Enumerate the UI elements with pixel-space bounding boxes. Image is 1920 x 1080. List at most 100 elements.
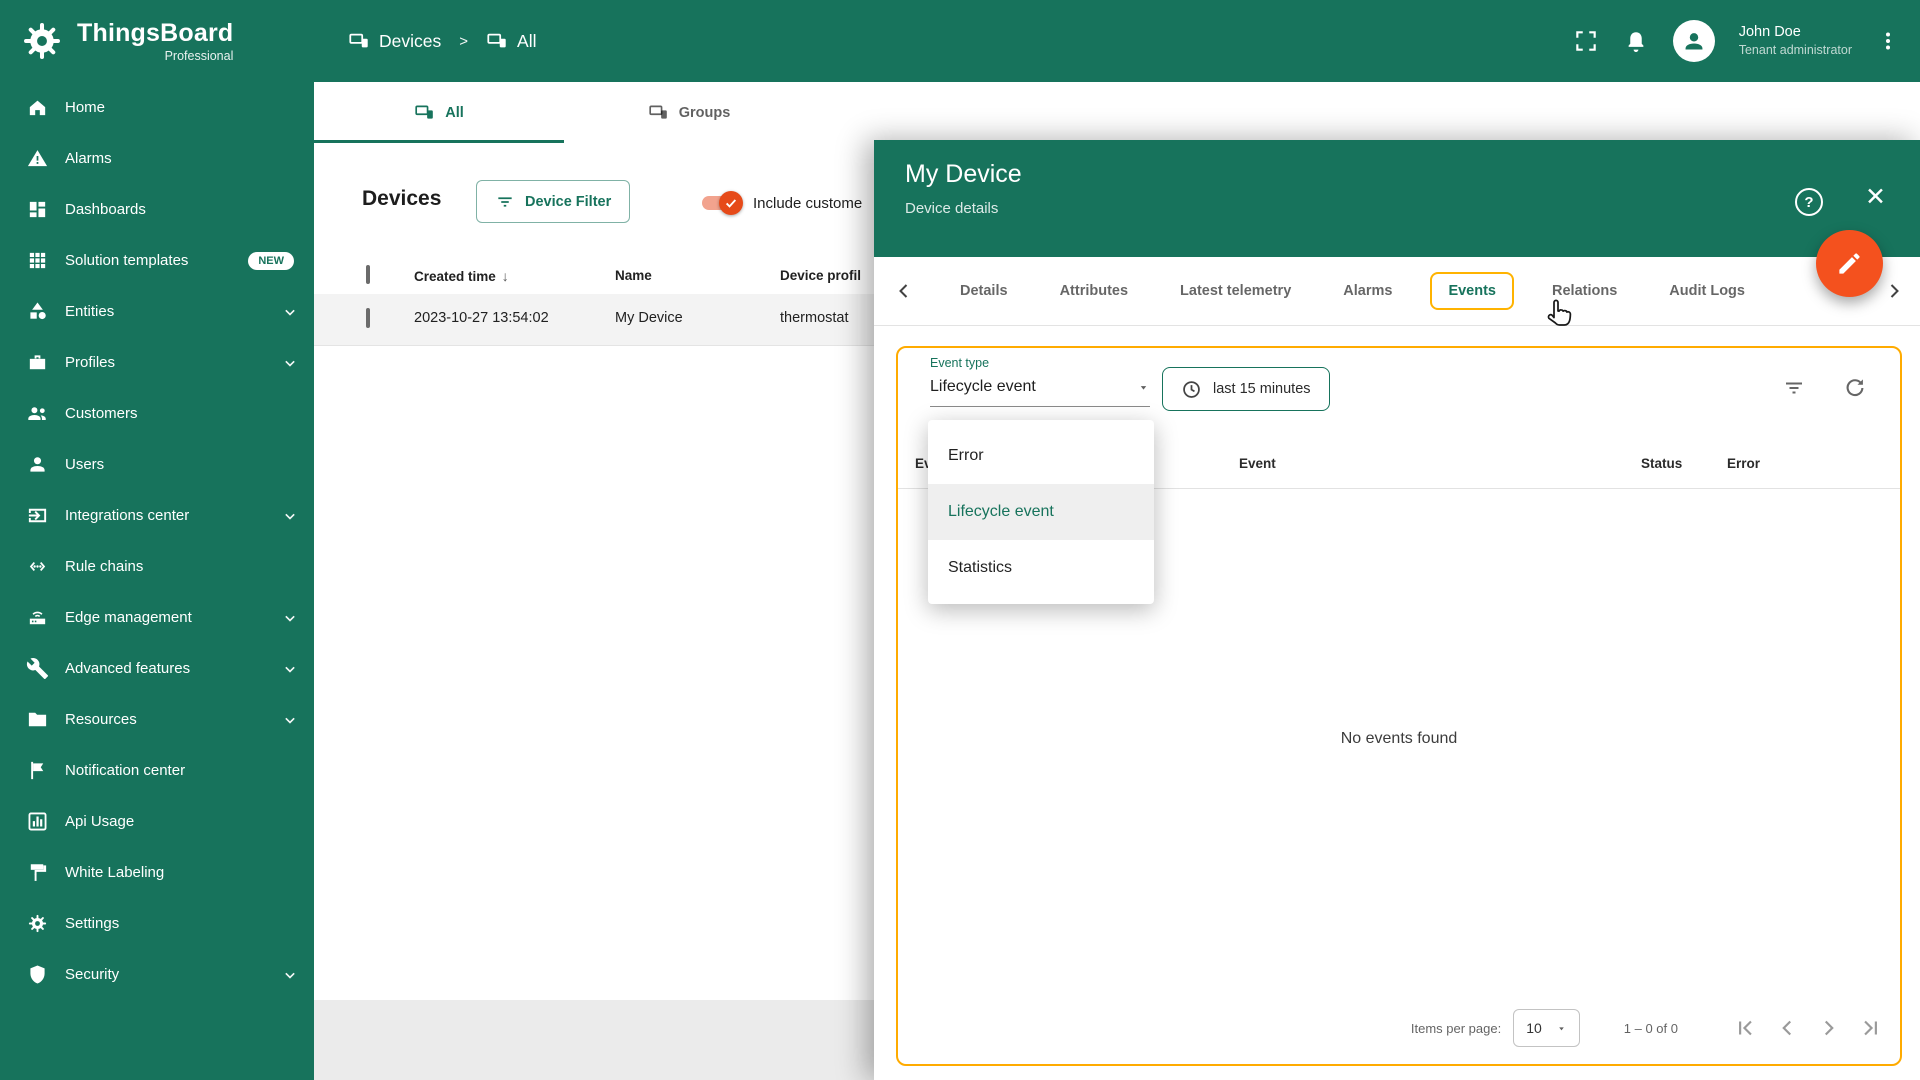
tab-relations[interactable]: Relations [1526, 257, 1643, 325]
sidebar-item-white-labeling[interactable]: White Labeling [0, 847, 314, 898]
sidebar-item-settings[interactable]: Settings [0, 898, 314, 949]
drawer-tab-bar: Details Attributes Latest telemetry Alar… [874, 257, 1920, 326]
sidebar-item-users[interactable]: Users [0, 439, 314, 490]
include-customers-toggle[interactable] [700, 191, 743, 215]
tab-groups[interactable]: Groups [564, 82, 814, 143]
column-created-time[interactable]: Created time ↓ [414, 268, 509, 284]
device-filter-button[interactable]: Device Filter [476, 180, 631, 223]
flag-icon [26, 759, 49, 782]
thingsboard-logo-icon [20, 19, 64, 63]
chevron-down-icon [280, 659, 300, 679]
drawer-title: My Device [905, 160, 1022, 188]
sidebar-item-solution-templates[interactable]: Solution templates NEW [0, 235, 314, 286]
sidebar-nav: Home Alarms Dashboards Solution template… [0, 82, 314, 1000]
event-type-value: Lifecycle event [930, 378, 1036, 395]
nav-label: White Labeling [65, 864, 165, 881]
help-icon[interactable]: ? [1795, 188, 1823, 216]
devices-icon [414, 102, 435, 123]
select-caret-icon [1556, 1023, 1567, 1034]
notifications-bell-icon[interactable] [1623, 28, 1649, 54]
sidebar-item-home[interactable]: Home [0, 82, 314, 133]
menu-option-error[interactable]: Error [928, 428, 1154, 484]
nav-label: Entities [65, 303, 115, 320]
sidebar-item-rule-chains[interactable]: Rule chains [0, 541, 314, 592]
filter-icon[interactable] [1782, 376, 1806, 400]
chevron-down-icon [280, 506, 300, 526]
row-checkbox[interactable] [366, 308, 370, 328]
nav-label: Dashboards [65, 201, 146, 218]
tab-alarms[interactable]: Alarms [1317, 257, 1418, 325]
user-role: Tenant administrator [1738, 43, 1852, 58]
chevron-right-icon[interactable] [1882, 279, 1906, 303]
next-page-icon[interactable] [1816, 1015, 1842, 1041]
tab-audit-logs[interactable]: Audit Logs [1643, 257, 1771, 325]
last-page-icon[interactable] [1858, 1015, 1884, 1041]
select-caret-icon [1137, 381, 1150, 394]
nav-label: Integrations center [65, 507, 190, 524]
sidebar-item-profiles[interactable]: Profiles [0, 337, 314, 388]
clock-icon [1181, 379, 1202, 400]
sidebar-item-security[interactable]: Security [0, 949, 314, 1000]
breadcrumb-all[interactable]: All [486, 30, 536, 52]
nav-label: Customers [65, 405, 138, 422]
chevron-down-icon [280, 710, 300, 730]
nav-label: Advanced features [65, 660, 191, 677]
column-status[interactable]: Status [1641, 456, 1682, 471]
empty-state-text: No events found [1340, 730, 1458, 747]
tab-events[interactable]: Events [1418, 257, 1526, 325]
sidebar-item-customers[interactable]: Customers [0, 388, 314, 439]
tab-label: Groups [678, 104, 731, 121]
breadcrumb-devices[interactable]: Devices [348, 30, 441, 52]
nav-label: Users [65, 456, 105, 473]
nav-label: Alarms [65, 150, 112, 167]
tab-latest-telemetry[interactable]: Latest telemetry [1154, 257, 1317, 325]
nav-label: Security [65, 966, 120, 983]
user-avatar[interactable] [1672, 20, 1715, 62]
sidebar-item-entities[interactable]: Entities [0, 286, 314, 337]
dashboards-icon [26, 198, 49, 221]
sidebar-item-advanced-features[interactable]: Advanced features [0, 643, 314, 694]
kebab-menu-icon[interactable] [1876, 29, 1900, 53]
select-all-checkbox[interactable] [366, 265, 370, 284]
chevron-down-icon [280, 353, 300, 373]
chevron-left-icon[interactable] [892, 279, 916, 303]
tools-icon [26, 657, 49, 680]
warning-icon [26, 147, 49, 170]
sidebar-item-alarms[interactable]: Alarms [0, 133, 314, 184]
app-title: ThingsBoard [77, 19, 234, 47]
refresh-icon[interactable] [1843, 376, 1867, 400]
items-per-page-select[interactable]: 10 [1513, 1009, 1580, 1047]
menu-option-lifecycle-event[interactable]: Lifecycle event [928, 484, 1154, 540]
router-icon [26, 606, 49, 629]
event-type-select[interactable]: Event type Lifecycle event [930, 356, 1150, 407]
sidebar-item-resources[interactable]: Resources [0, 694, 314, 745]
app-logo[interactable]: ThingsBoard Professional [0, 0, 314, 82]
sidebar-item-api-usage[interactable]: Api Usage [0, 796, 314, 847]
tab-all[interactable]: All [314, 82, 564, 143]
user-info: John Doe Tenant administrator [1739, 23, 1852, 58]
fullscreen-icon[interactable] [1573, 28, 1599, 54]
app-subtitle: Professional [164, 49, 234, 63]
edit-fab-button[interactable] [1816, 230, 1883, 297]
column-event[interactable]: Event [1239, 456, 1276, 471]
sidebar-item-edge-management[interactable]: Edge management [0, 592, 314, 643]
category-icon [26, 300, 49, 323]
sidebar-item-integrations-center[interactable]: Integrations center [0, 490, 314, 541]
paint-icon [26, 861, 49, 884]
column-name[interactable]: Name [615, 268, 652, 283]
event-type-label: Event type [930, 356, 990, 370]
sidebar-item-dashboards[interactable]: Dashboards [0, 184, 314, 235]
first-page-icon[interactable] [1732, 1015, 1758, 1041]
tab-attributes[interactable]: Attributes [1034, 257, 1154, 325]
prev-page-icon[interactable] [1774, 1015, 1800, 1041]
column-device-profile[interactable]: Device profil [780, 268, 861, 283]
time-window-button[interactable]: last 15 minutes [1162, 367, 1330, 411]
menu-option-statistics[interactable]: Statistics [928, 540, 1154, 596]
sidebar-item-notification-center[interactable]: Notification center [0, 745, 314, 796]
nav-label: Edge management [65, 609, 192, 626]
tab-details[interactable]: Details [934, 257, 1034, 325]
include-customers-control: Include custome [700, 191, 862, 215]
shield-icon [26, 963, 49, 986]
column-error[interactable]: Error [1727, 456, 1760, 471]
close-icon[interactable]: ✕ [1865, 185, 1886, 210]
